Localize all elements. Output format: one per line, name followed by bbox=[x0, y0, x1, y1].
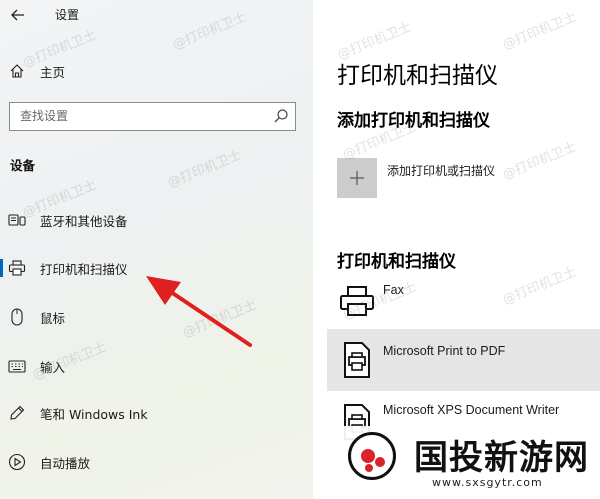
nav-item-label: 笔和 Windows Ink bbox=[40, 406, 148, 422]
pen-icon bbox=[8, 404, 26, 422]
nav-item-label: 输入 bbox=[40, 359, 66, 375]
nav-item-label: 蓝牙和其他设备 bbox=[40, 213, 128, 229]
logo-name: 国投新游网 bbox=[414, 438, 589, 478]
printer-name: Fax bbox=[383, 283, 404, 297]
printer-document-icon bbox=[337, 340, 377, 380]
settings-search-box[interactable] bbox=[9, 102, 296, 131]
nav-item-typing[interactable]: 输入 bbox=[0, 349, 313, 383]
add-printer-button[interactable] bbox=[337, 158, 377, 198]
nav-item-label: 鼠标 bbox=[40, 310, 66, 326]
nav-item-label: 打印机和扫描仪 bbox=[40, 261, 128, 277]
search-icon[interactable] bbox=[273, 108, 289, 124]
printers-content-pane: 打印机和扫描仪 添加打印机和扫描仪 添加打印机或扫描仪 打印机和扫描仪 Fax … bbox=[313, 0, 600, 499]
settings-nav-pane: 设置 主页 设备 蓝牙和其他设备 打印机和扫描仪 鼠标 bbox=[0, 0, 313, 499]
printer-name: Microsoft XPS Document Writer bbox=[383, 403, 560, 417]
nav-item-home[interactable]: 主页 bbox=[0, 54, 313, 88]
title-bar: 设置 bbox=[0, 0, 313, 30]
home-icon bbox=[8, 62, 26, 80]
site-logo: 国投新游网 www.sxsgytr.com bbox=[340, 426, 600, 499]
printer-item-fax[interactable]: Fax bbox=[327, 272, 600, 334]
plus-icon bbox=[350, 171, 364, 185]
back-button[interactable] bbox=[6, 3, 30, 27]
printer-list-title: 打印机和扫描仪 bbox=[337, 252, 456, 272]
add-section-title: 添加打印机和扫描仪 bbox=[337, 111, 490, 131]
logo-mark bbox=[348, 432, 396, 480]
window-title: 设置 bbox=[55, 8, 80, 22]
logo-url: www.sxsgytr.com bbox=[432, 476, 543, 489]
printer-item-print-to-pdf[interactable]: Microsoft Print to PDF bbox=[327, 329, 600, 391]
printer-icon bbox=[8, 259, 26, 277]
printer-name: Microsoft Print to PDF bbox=[383, 344, 506, 358]
nav-item-mouse[interactable]: 鼠标 bbox=[0, 300, 313, 334]
section-devices-title: 设备 bbox=[10, 158, 36, 173]
fax-icon bbox=[337, 281, 377, 321]
nav-item-autoplay[interactable]: 自动播放 bbox=[0, 445, 313, 479]
nav-item-label: 自动播放 bbox=[40, 455, 91, 471]
mouse-icon bbox=[8, 308, 26, 326]
keyboard-icon bbox=[8, 357, 26, 375]
nav-item-bluetooth[interactable]: 蓝牙和其他设备 bbox=[0, 203, 313, 237]
autoplay-icon bbox=[8, 453, 26, 471]
nav-home-label: 主页 bbox=[40, 64, 66, 80]
nav-item-printers[interactable]: 打印机和扫描仪 bbox=[0, 251, 313, 285]
nav-item-pen[interactable]: 笔和 Windows Ink bbox=[0, 396, 313, 430]
add-printer-label[interactable]: 添加打印机或扫描仪 bbox=[387, 162, 495, 179]
search-input[interactable] bbox=[10, 103, 265, 129]
back-arrow-icon bbox=[11, 9, 24, 21]
page-title: 打印机和扫描仪 bbox=[337, 63, 498, 89]
bluetooth-devices-icon bbox=[8, 211, 26, 229]
